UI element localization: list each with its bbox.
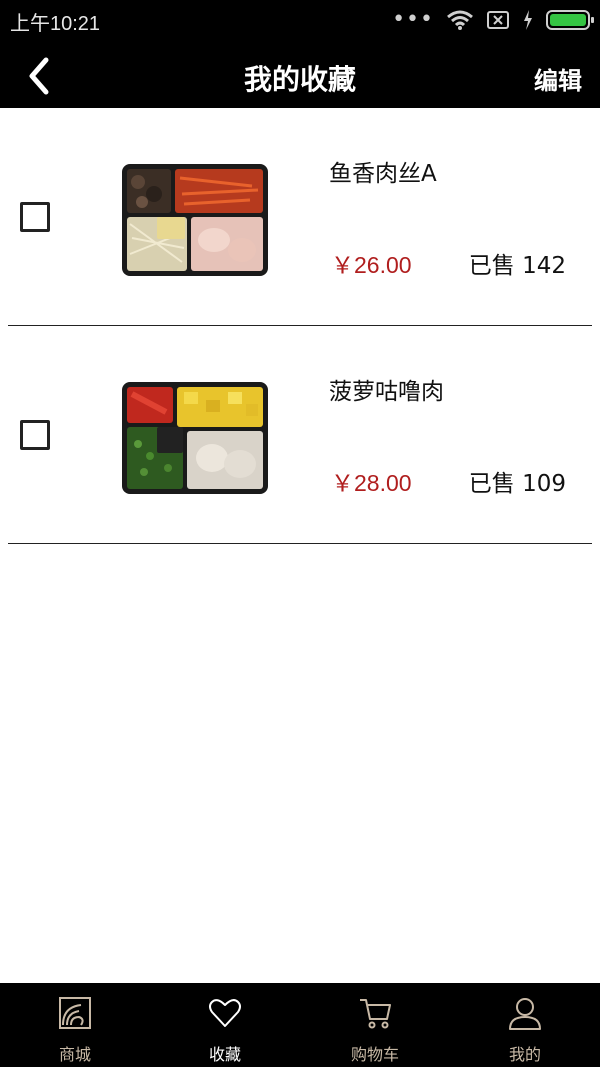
no-sim-icon (487, 11, 509, 29)
item-name: 菠萝咕噜肉 (329, 379, 444, 405)
favorites-list: 鱼香肉丝A ￥26.00 已售 142 菠萝咕噜肉 ￥28.00 已售 109 (0, 108, 600, 544)
wifi-icon (447, 10, 473, 30)
status-time: 上午10:21 (10, 13, 101, 35)
charging-icon (524, 10, 532, 30)
edit-button[interactable]: 编辑 (534, 61, 582, 96)
list-item[interactable]: 鱼香肉丝A ￥26.00 已售 142 (0, 108, 600, 326)
tab-bar: 商城 收藏 购物车 我的 (0, 983, 600, 1067)
battery-icon (546, 10, 594, 30)
product-image (122, 164, 268, 276)
item-name: 鱼香肉丝A (329, 161, 437, 187)
tab-label: 我的 (508, 1045, 541, 1064)
divider (8, 543, 592, 544)
shop-icon (59, 997, 91, 1029)
item-price: ￥26.00 (331, 252, 412, 278)
item-sold-count: 已售 109 (468, 471, 566, 497)
tab-label: 收藏 (208, 1045, 241, 1064)
tab-favorites[interactable]: 收藏 (150, 983, 300, 1067)
tab-cart[interactable]: 购物车 (300, 983, 450, 1067)
tab-label: 商城 (58, 1045, 91, 1064)
page-title: 我的收藏 (243, 63, 356, 96)
tab-shop[interactable]: 商城 (0, 983, 150, 1067)
more-dots-icon: ••• (392, 7, 434, 32)
battery-level (550, 14, 586, 26)
tab-label: 购物车 (350, 1045, 399, 1064)
select-checkbox[interactable] (20, 202, 50, 232)
item-sold-count: 已售 142 (468, 253, 566, 279)
item-price: ￥28.00 (331, 470, 412, 496)
heart-icon (209, 999, 241, 1027)
list-item[interactable]: 菠萝咕噜肉 ￥28.00 已售 109 (0, 326, 600, 544)
status-bar: 上午10:21 ••• (0, 0, 600, 40)
person-icon (509, 998, 541, 1030)
status-icons: ••• (392, 7, 594, 32)
select-checkbox[interactable] (20, 420, 50, 450)
tab-profile[interactable]: 我的 (450, 983, 600, 1067)
cart-icon (360, 999, 391, 1029)
nav-bar: 我的收藏 编辑 (0, 40, 600, 108)
product-image (122, 382, 268, 494)
